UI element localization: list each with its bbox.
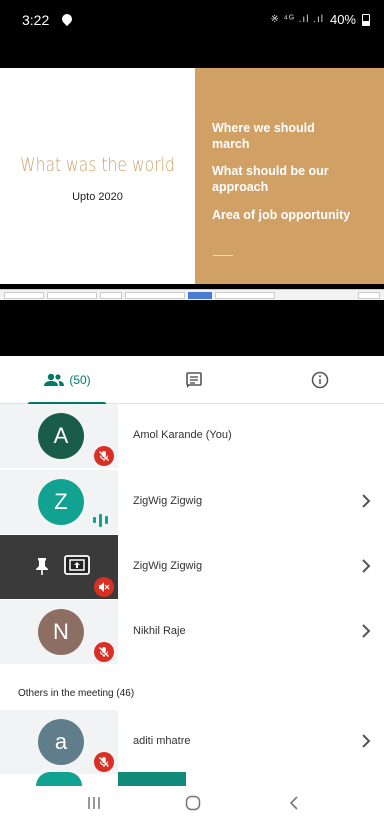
taskbar-clock bbox=[358, 291, 380, 299]
video-letterbox-bottom bbox=[0, 300, 384, 356]
mic-off-icon bbox=[94, 642, 114, 662]
tab-people[interactable]: (50) bbox=[28, 356, 106, 405]
others-section-label: Others in the meeting (46) bbox=[18, 688, 135, 699]
recent-apps-icon[interactable] bbox=[86, 796, 102, 810]
participant-name: Nikhil Raje bbox=[133, 625, 186, 637]
slide-divider bbox=[213, 255, 233, 256]
slide-bullet: Area of job opportunity bbox=[212, 208, 351, 222]
partial-tile bbox=[118, 772, 186, 786]
slide-right-panel: Where we should march What should be our… bbox=[195, 68, 384, 284]
taskbar-item-active bbox=[188, 291, 212, 299]
taskbar-item bbox=[4, 291, 44, 299]
signal-icon: ※ ⁴ᴳ .ıl .ıl bbox=[270, 14, 324, 25]
tab-info[interactable] bbox=[302, 356, 338, 404]
status-right: ※ ⁴ᴳ .ıl .ıl 40% bbox=[270, 12, 370, 27]
status-time: 3:22 bbox=[22, 12, 50, 28]
chevron-right-icon[interactable] bbox=[360, 623, 372, 639]
chevron-right-icon[interactable] bbox=[360, 558, 372, 574]
participant-row[interactable]: N Nikhil Raje bbox=[0, 600, 384, 664]
present-screen-icon bbox=[64, 555, 90, 575]
participant-name: aditi mhatre bbox=[133, 735, 191, 747]
slide-bullet: What should be our approach bbox=[212, 164, 329, 194]
volume-off-icon bbox=[94, 577, 114, 597]
slide-title: What was the world bbox=[20, 154, 175, 176]
status-bar: 3:22 ※ ⁴ᴳ .ıl .ıl 40% bbox=[0, 0, 384, 42]
participant-row[interactable]: ZigWig Zigwig bbox=[0, 535, 384, 599]
slide-bullet: Where we should march bbox=[212, 121, 315, 151]
mic-off-icon bbox=[94, 446, 114, 466]
chevron-right-icon[interactable] bbox=[360, 733, 372, 749]
people-icon bbox=[44, 373, 65, 386]
info-icon bbox=[311, 371, 329, 389]
participant-row[interactable]: A Amol Karande (You) bbox=[0, 404, 384, 468]
participant-name: ZigWig Zigwig bbox=[133, 495, 203, 507]
people-count: (50) bbox=[69, 373, 91, 387]
video-letterbox-top bbox=[0, 42, 384, 68]
home-icon[interactable] bbox=[185, 795, 201, 811]
system-nav-bar bbox=[0, 786, 384, 819]
battery-level: 40% bbox=[329, 12, 356, 27]
avatar-partial bbox=[36, 772, 82, 786]
participant-name: ZigWig Zigwig bbox=[133, 560, 203, 572]
participant-row[interactable]: a aditi mhatre bbox=[0, 710, 384, 774]
location-icon bbox=[59, 11, 75, 27]
presentation-slide[interactable]: What was the world Upto 2020 Where we sh… bbox=[0, 68, 384, 284]
tab-chat[interactable] bbox=[176, 356, 212, 404]
taskbar-item bbox=[215, 291, 275, 299]
participant-row[interactable]: Z ZigWig Zigwig bbox=[0, 470, 384, 534]
pin-icon[interactable] bbox=[34, 557, 50, 575]
battery-icon bbox=[362, 13, 370, 26]
taskbar-item bbox=[125, 291, 185, 299]
chat-icon bbox=[186, 372, 202, 388]
slide-subtitle: Upto 2020 bbox=[72, 191, 123, 203]
shared-screen-taskbar bbox=[0, 289, 384, 300]
avatar: A bbox=[38, 413, 84, 459]
chevron-right-icon[interactable] bbox=[360, 493, 372, 509]
slide-left-panel: What was the world Upto 2020 bbox=[0, 68, 195, 284]
taskbar-item bbox=[47, 291, 97, 299]
taskbar-item bbox=[100, 291, 122, 299]
speaking-indicator-icon bbox=[93, 512, 111, 528]
meeting-tabs: (50) bbox=[0, 356, 384, 405]
avatar: N bbox=[38, 609, 84, 655]
mic-off-icon bbox=[94, 752, 114, 772]
participant-name: Amol Karande (You) bbox=[133, 429, 232, 441]
avatar: a bbox=[38, 719, 84, 765]
back-icon[interactable] bbox=[288, 795, 300, 811]
avatar: Z bbox=[38, 479, 84, 525]
